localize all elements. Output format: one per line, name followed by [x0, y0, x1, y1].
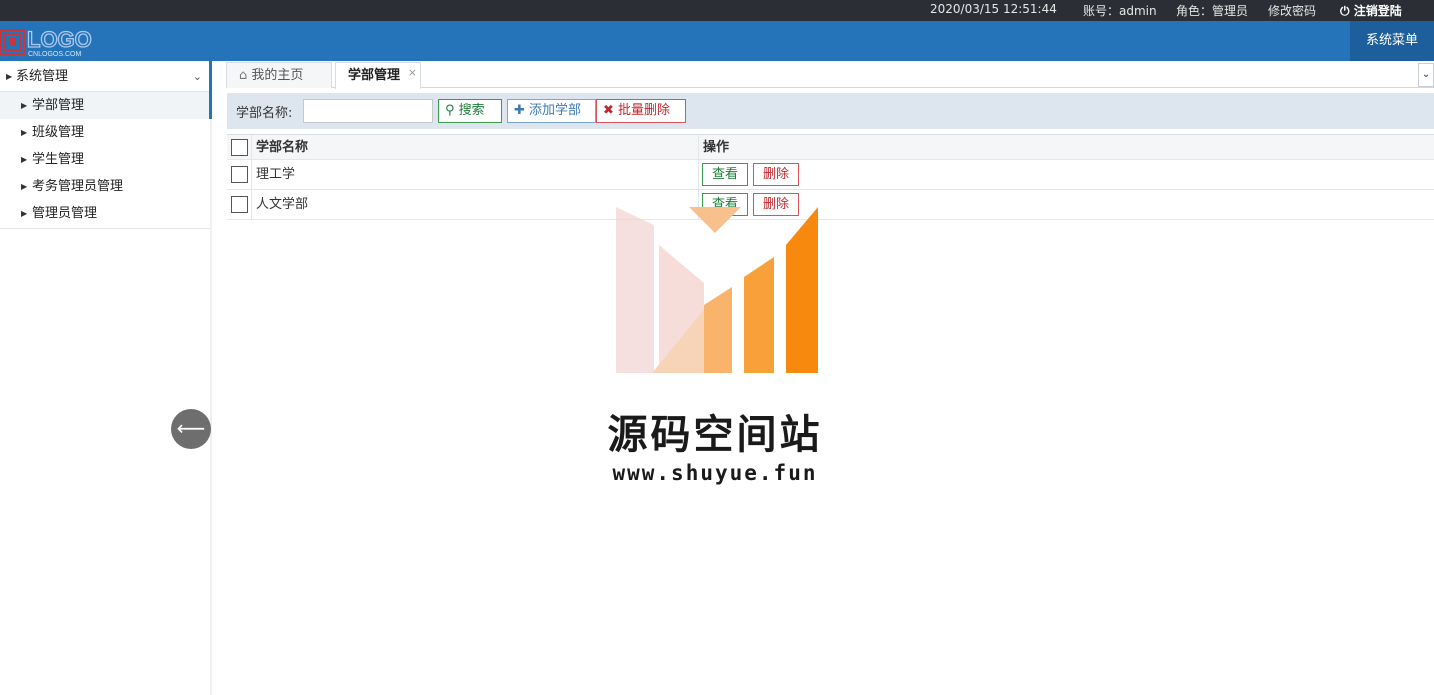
caret-right-icon: ▶: [21, 209, 28, 218]
batch-delete-button[interactable]: ✖ 批量删除: [596, 99, 686, 123]
home-icon: ⌂: [239, 68, 248, 83]
sidebar-group-label: 系统管理: [16, 69, 69, 84]
collapse-sidebar-button[interactable]: ⟵: [171, 409, 211, 449]
watermark-url: www.shuyue.fun: [612, 461, 818, 485]
sidebar: ▶ 系统管理 ⌄ ▶ 学部管理 ▶ 班级管理 ▶ 学生管理 ▶ 考务管理员管理 …: [0, 61, 212, 695]
caret-right-icon: ▶: [21, 128, 28, 137]
sidebar-item-exam-admin[interactable]: ▶ 考务管理员管理: [0, 173, 210, 200]
svg-text:CNLOGOS.COM: CNLOGOS.COM: [28, 51, 81, 58]
chevron-down-icon: ⌄: [192, 70, 202, 83]
app-header: LOGO CNLOGOS.COM 系统菜单: [0, 21, 1434, 61]
close-icon[interactable]: ×: [408, 60, 417, 85]
sidebar-item-label: 学生管理: [32, 152, 85, 167]
account-label: 账号：admin: [1083, 4, 1157, 18]
caret-right-icon: ▶: [21, 182, 28, 191]
role-label: 角色：管理员: [1176, 4, 1249, 18]
tab-label: 学部管理: [348, 68, 401, 83]
power-icon: ⏻: [1340, 4, 1350, 18]
caret-right-icon: ▶: [21, 101, 28, 110]
row-checkbox[interactable]: [231, 196, 248, 213]
department-name-label: 学部名称:: [236, 106, 293, 121]
tab-scroll-down-icon[interactable]: ⌄: [1418, 63, 1434, 87]
search-icon: ⚲: [445, 103, 455, 118]
department-name-cell: 理工学: [251, 160, 295, 189]
tab-bar: ⌂ 我的主页 学部管理 × ⌄: [226, 62, 1434, 89]
view-button[interactable]: 查看: [702, 163, 748, 186]
tab-label: 我的主页: [251, 68, 304, 83]
tab-department[interactable]: 学部管理 ×: [335, 62, 421, 89]
sidebar-item-department[interactable]: ▶ 学部管理: [0, 92, 212, 119]
add-button-label: 添加学部: [529, 103, 582, 118]
sidebar-active-indicator: [209, 61, 212, 92]
tab-home[interactable]: ⌂ 我的主页: [226, 62, 332, 88]
current-datetime: 2020/03/15 12:51:44: [930, 2, 1057, 16]
sidebar-item-class[interactable]: ▶ 班级管理: [0, 119, 210, 146]
sidebar-item-student[interactable]: ▶ 学生管理: [0, 146, 210, 173]
logout-link[interactable]: ⏻ 注销登陆: [1340, 2, 1402, 19]
logo: LOGO CNLOGOS.COM: [0, 25, 116, 59]
sidebar-item-label: 学部管理: [32, 98, 85, 113]
top-status-bar: 2020/03/15 12:51:44 账号：admin 角色：管理员 修改密码…: [0, 0, 1434, 21]
sidebar-item-label: 管理员管理: [32, 206, 98, 221]
close-icon: ✖: [603, 103, 614, 118]
table-row: 理工学 查看 删除: [227, 160, 1434, 190]
search-button-label: 搜索: [458, 103, 485, 118]
logout-label: 注销登陆: [1353, 4, 1402, 18]
department-table: 学部名称 操作 理工学 查看 删除 人文学部 查看 删除: [227, 134, 1434, 220]
table-row: 人文学部 查看 删除: [227, 190, 1434, 220]
svg-text:LOGO: LOGO: [27, 27, 92, 52]
search-button[interactable]: ⚲ 搜索: [438, 99, 502, 123]
caret-right-icon: ▶: [6, 72, 13, 81]
delete-button[interactable]: 删除: [753, 163, 799, 186]
search-toolbar: 学部名称: ⚲ 搜索 ✚ 添加学部 ✖ 批量删除: [227, 93, 1434, 129]
watermark-logo: [614, 205, 820, 375]
department-name-input[interactable]: [303, 99, 433, 123]
sidebar-item-admin[interactable]: ▶ 管理员管理: [0, 200, 210, 227]
caret-right-icon: ▶: [21, 155, 28, 164]
sidebar-list: ▶ 学部管理 ▶ 班级管理 ▶ 学生管理 ▶ 考务管理员管理 ▶ 管理员管理: [0, 92, 212, 229]
change-password-link[interactable]: 修改密码: [1268, 2, 1316, 19]
system-menu-button[interactable]: 系统菜单: [1350, 21, 1434, 61]
column-header-name: 学部名称: [251, 135, 308, 159]
table-header-row: 学部名称 操作: [227, 134, 1434, 160]
row-checkbox[interactable]: [231, 166, 248, 183]
sidebar-item-label: 考务管理员管理: [32, 179, 124, 194]
sidebar-item-label: 班级管理: [32, 125, 85, 140]
column-header-actions: 操作: [698, 135, 729, 159]
sidebar-group-system[interactable]: ▶ 系统管理 ⌄: [0, 61, 212, 92]
watermark-title: 源码空间站: [607, 412, 823, 458]
department-name-cell: 人文学部: [251, 190, 308, 219]
batch-delete-label: 批量删除: [618, 103, 671, 118]
add-department-button[interactable]: ✚ 添加学部: [507, 99, 596, 123]
select-all-checkbox[interactable]: [231, 139, 248, 156]
plus-icon: ✚: [514, 103, 525, 118]
arrow-left-icon: ⟵: [176, 416, 206, 440]
